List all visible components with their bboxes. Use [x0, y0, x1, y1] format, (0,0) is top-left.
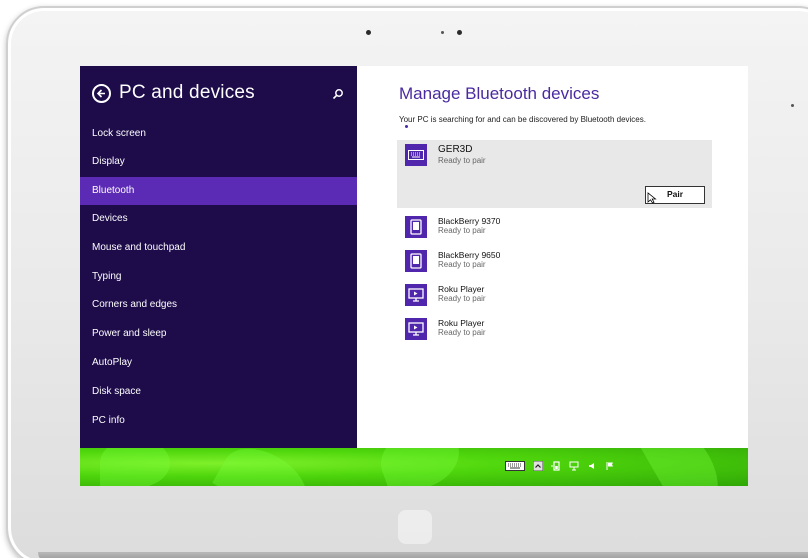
mouse-cursor-icon — [647, 192, 657, 204]
wallpaper-leaf — [638, 448, 732, 486]
device-item-selected[interactable]: GER3D Ready to pair Pair — [397, 140, 712, 208]
volume-icon[interactable] — [587, 461, 597, 471]
sidebar-item-display[interactable]: Display — [80, 148, 357, 176]
sidebar-item-lock-screen[interactable]: Lock screen — [80, 120, 357, 148]
sidebar-item-label: Bluetooth — [92, 185, 135, 196]
media-player-icon — [405, 318, 427, 340]
home-button[interactable] — [398, 510, 432, 544]
device-name: Roku Player — [438, 318, 485, 328]
tablet-rim — [38, 552, 808, 558]
sidebar-item-power-and-sleep[interactable]: Power and sleep — [80, 320, 357, 348]
back-arrow-icon[interactable] — [92, 83, 111, 103]
sidebar-item-mouse-and-touchpad[interactable]: Mouse and touchpad — [80, 234, 357, 262]
device-name: BlackBerry 9650 — [438, 250, 501, 260]
network-icon[interactable] — [569, 461, 579, 471]
sidebar-item-label: Display — [92, 156, 125, 167]
page-subtitle: Your PC is searching for and can be disc… — [399, 115, 646, 124]
device-status: Ready to pair — [438, 226, 486, 235]
sidebar-title: PC and devices — [119, 82, 255, 103]
sidebar-header: PC and devices — [92, 82, 255, 104]
device-row[interactable]: GER3D Ready to pair — [397, 140, 712, 172]
wallpaper-leaf — [212, 448, 318, 486]
device-status: Ready to pair — [438, 260, 486, 269]
sidebar-item-corners-and-edges[interactable]: Corners and edges — [80, 291, 357, 319]
search-icon[interactable] — [332, 87, 344, 100]
device-item[interactable]: Roku Player Ready to pair — [397, 314, 712, 346]
keyboard-icon — [405, 144, 427, 166]
desktop-taskbar — [80, 448, 748, 486]
sidebar-item-label: Power and sleep — [92, 328, 167, 339]
sidebar-item-label: Corners and edges — [92, 299, 178, 310]
device-status: Ready to pair — [438, 156, 486, 165]
device-status: Ready to pair — [438, 294, 486, 303]
sidebar-item-bluetooth[interactable]: Bluetooth — [80, 177, 357, 205]
sidebar-item-label: Devices — [92, 213, 128, 224]
sidebar-item-pc-info[interactable]: PC info — [80, 407, 357, 435]
device-name: Roku Player — [438, 284, 485, 294]
device-status: Ready to pair — [438, 328, 486, 337]
indicator-light-icon — [791, 104, 794, 107]
flag-icon[interactable] — [605, 461, 615, 471]
media-player-icon — [405, 284, 427, 306]
device-name: GER3D — [438, 144, 473, 155]
sidebar-item-disk-space[interactable]: Disk space — [80, 378, 357, 406]
phone-icon — [405, 250, 427, 272]
system-tray — [505, 461, 615, 471]
sidebar-item-label: Typing — [92, 271, 122, 282]
sidebar-item-label: Disk space — [92, 386, 141, 397]
camera-icon — [366, 30, 371, 35]
wallpaper-leaf — [372, 448, 468, 486]
wallpaper-leaf — [100, 448, 170, 486]
settings-sidebar: PC and devices Lock screen Display Bluet… — [80, 66, 357, 448]
sidebar-item-label: AutoPlay — [92, 357, 133, 368]
sidebar-item-label: PC info — [92, 415, 125, 426]
searching-progress-indicator — [405, 125, 408, 128]
keyboard-icon[interactable] — [505, 461, 525, 471]
bluetooth-panel: Manage Bluetooth devices Your PC is sear… — [357, 66, 748, 448]
sensor-icon — [441, 31, 444, 34]
screen: PC and devices Lock screen Display Bluet… — [80, 66, 748, 486]
sidebar-item-devices[interactable]: Devices — [80, 205, 357, 233]
device-name: BlackBerry 9370 — [438, 216, 501, 226]
sidebar-item-label: Mouse and touchpad — [92, 242, 186, 253]
sidebar-item-label: Lock screen — [92, 128, 146, 139]
show-hidden-icons-icon[interactable] — [533, 461, 543, 471]
sidebar-item-typing[interactable]: Typing — [80, 263, 357, 291]
device-item[interactable]: BlackBerry 9370 Ready to pair — [397, 212, 712, 244]
device-item[interactable]: Roku Player Ready to pair — [397, 280, 712, 312]
light-sensor-icon — [457, 30, 462, 35]
battery-icon[interactable] — [551, 461, 561, 471]
device-item[interactable]: BlackBerry 9650 Ready to pair — [397, 246, 712, 278]
phone-icon — [405, 216, 427, 238]
page-title: Manage Bluetooth devices — [399, 84, 600, 103]
sidebar-item-autoplay[interactable]: AutoPlay — [80, 349, 357, 377]
